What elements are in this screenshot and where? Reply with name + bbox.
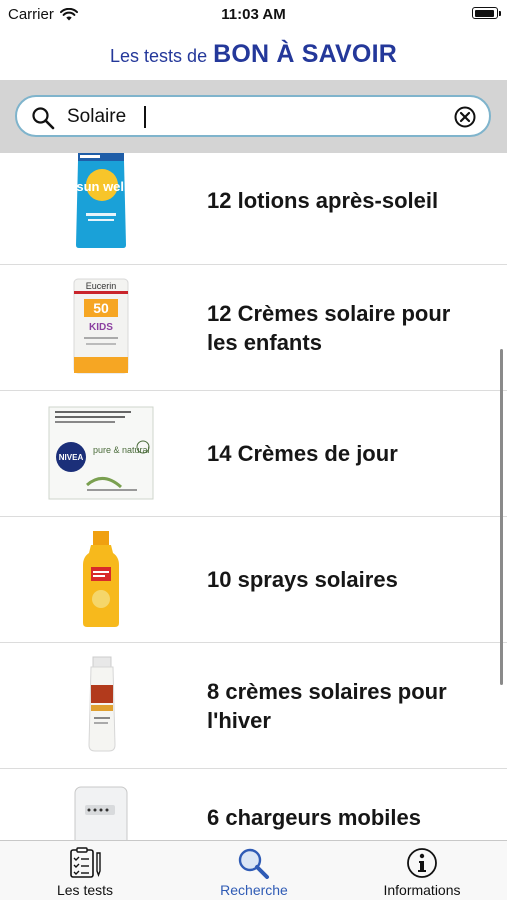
result-title: 12 lotions après-soleil (207, 188, 439, 213)
svg-text:sun well: sun well (76, 179, 127, 194)
sun-spray-product-image (45, 531, 157, 629)
after-sun-lotion-product-image: sun well (45, 153, 157, 249)
day-cream-product-image: NIVEA pure & natural (45, 405, 157, 501)
tab-label: Recherche (220, 882, 288, 898)
list-item[interactable]: 10 sprays solaires (0, 517, 507, 643)
tab-label: Les tests (56, 882, 114, 898)
svg-text:Eucerin: Eucerin (86, 281, 117, 291)
result-title: 14 Crèmes de jour (207, 441, 398, 466)
svg-text:50: 50 (93, 300, 109, 316)
mobile-charger-product-image (45, 783, 157, 840)
result-title: 12 Crèmes solaire pour les enfants (207, 301, 451, 355)
result-title: 10 sprays solaires (207, 567, 398, 592)
tab-les-tests[interactable]: Les tests (40, 841, 130, 901)
tab-label: Informations (383, 882, 461, 898)
brand-logo: BON À SAVOIR (213, 39, 397, 68)
results-list[interactable]: sun well 12 lotions après-soleil Eucerin… (0, 153, 507, 840)
kids-sunscreen-product-image: Eucerin 50 KIDS (45, 277, 157, 375)
tab-recherche[interactable]: Recherche (208, 841, 300, 901)
header-prefix: Les tests de (110, 45, 208, 66)
tab-informations[interactable]: Informations (372, 841, 472, 901)
search-icon (238, 848, 269, 879)
clear-search-icon[interactable] (454, 106, 476, 128)
svg-text:KIDS: KIDS (89, 322, 113, 333)
winter-sunscreen-product-image (45, 655, 157, 755)
svg-text:NIVEA: NIVEA (59, 453, 84, 462)
tab-bar: Les tests Recherche Informations (0, 840, 507, 900)
scrollbar[interactable] (500, 349, 503, 685)
result-title: 8 crèmes solaires pour l'hiver (207, 679, 447, 733)
list-item[interactable]: Eucerin 50 KIDS 12 Crèmes solaire pour l… (0, 265, 507, 391)
search-icon (32, 107, 55, 130)
svg-text:pure & natural: pure & natural (93, 445, 150, 455)
battery-icon (472, 7, 501, 19)
search-area (0, 80, 507, 153)
search-input[interactable] (67, 103, 437, 131)
text-caret (144, 106, 146, 128)
status-bar: Carrier 11:03 AM (0, 0, 507, 28)
search-bar[interactable] (15, 95, 491, 137)
list-item[interactable]: sun well 12 lotions après-soleil (0, 153, 507, 265)
result-title: 6 chargeurs mobiles (207, 805, 421, 830)
info-icon (407, 848, 437, 878)
app-header: Les tests de BON À SAVOIR (0, 28, 507, 80)
list-item[interactable]: 8 crèmes solaires pour l'hiver (0, 643, 507, 769)
list-item[interactable]: 6 chargeurs mobiles (0, 769, 507, 840)
clock: 11:03 AM (221, 6, 286, 23)
clipboard-checklist-icon (70, 847, 101, 878)
list-item[interactable]: NIVEA pure & natural 14 Crèmes de jour (0, 391, 507, 517)
